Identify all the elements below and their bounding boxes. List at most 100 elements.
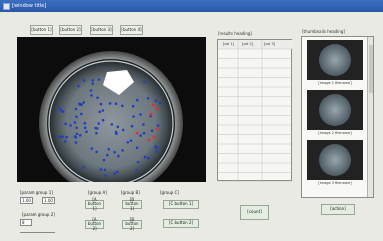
marked-colony-dot [155, 107, 159, 111]
col-header-1: [col 1] [223, 42, 235, 46]
colony-dot [117, 154, 120, 158]
param-field-a[interactable]: 1.00 [20, 197, 33, 204]
colony-dot [136, 98, 139, 102]
toolbar-button-2[interactable]: [button 2] [59, 25, 82, 35]
param-group-2-label: [param group 2] [22, 212, 55, 217]
colony-dot [126, 141, 130, 144]
app-icon [3, 2, 10, 10]
colony-dot [99, 102, 103, 106]
group-c-button-1[interactable]: [C button 1] [163, 200, 199, 209]
colony-dot [95, 150, 98, 154]
colony-dot [135, 168, 138, 172]
thumbnails-title: [thumbnails heading] [302, 29, 345, 34]
group-a-label: [group A] [88, 190, 107, 195]
colony-dot [106, 153, 109, 157]
colony-dot [116, 125, 120, 129]
right-action-button[interactable]: [action] [321, 204, 355, 215]
colony-dot [74, 141, 78, 144]
colony-dot [136, 160, 140, 164]
colony-dot [58, 135, 61, 138]
colony-dot [121, 104, 124, 108]
colony-dot [142, 131, 146, 135]
colony-dot [139, 113, 142, 116]
colony-dot [95, 131, 98, 135]
thumbnail-list[interactable]: [image 1 filename] [image 2 filename] [i… [301, 36, 374, 198]
marked-colony-dot [147, 138, 151, 142]
colony-dot [155, 150, 158, 153]
thumbnail-caption: [image 1 filename] [318, 81, 352, 85]
colony-dot [90, 147, 94, 150]
colony-dot [121, 149, 124, 152]
colony-dot [91, 79, 95, 82]
colony-dot [113, 172, 116, 175]
colony-dot [131, 104, 135, 108]
colony-dot [115, 170, 119, 174]
colony-dot [102, 158, 106, 162]
thumbnail-caption: [image 2 filename] [318, 131, 352, 135]
group-c-button-2[interactable]: [C button 2] [163, 219, 199, 228]
title-bar: [window title] [0, 0, 383, 12]
colony-dot [77, 84, 80, 88]
colony-dot [103, 168, 107, 172]
colony-dot [58, 106, 61, 110]
colony-dot [89, 89, 93, 92]
results-table[interactable]: [col 1] [col 2] [col 3] [217, 39, 293, 183]
group-a-button-2[interactable]: [A button 2] [85, 217, 104, 230]
colony-dot [108, 102, 112, 105]
colony-dot [146, 97, 150, 100]
colony-dot [78, 134, 82, 137]
col-header-3: [col 3] [264, 42, 276, 46]
colony-dot [63, 140, 67, 143]
colony-dot [150, 129, 154, 132]
colony-dot [99, 168, 103, 171]
colony-dot [91, 82, 94, 85]
colony-dot [61, 135, 64, 138]
thumbnail-item[interactable]: [image 1 filename] [307, 40, 363, 85]
colony-dot [101, 118, 105, 122]
colony-dot [129, 139, 133, 142]
marked-colony-dot [149, 112, 153, 116]
toolbar-button-4[interactable]: [button 4] [120, 25, 143, 35]
param-slider[interactable] [20, 232, 55, 233]
colony-dot [75, 126, 78, 130]
colony-dot [64, 122, 67, 125]
count-button[interactable]: [count] [240, 205, 269, 220]
colony-dot [107, 147, 110, 151]
thumbnail-item[interactable]: [image 3 filename] [307, 140, 363, 185]
colony-dot [135, 146, 139, 150]
marked-colony-dot [135, 131, 139, 135]
param-field-c[interactable]: 8 [20, 219, 32, 226]
colony-dot [156, 124, 160, 127]
colony-dot [154, 145, 158, 148]
thumbnail-caption: [image 3 filename] [318, 181, 352, 185]
colony-dot [90, 94, 93, 97]
param-field-b[interactable]: 1.00 [42, 197, 55, 204]
group-b-label: [group B] [121, 190, 140, 195]
colony-dot [74, 107, 78, 111]
thumbnail-item[interactable]: [image 2 filename] [307, 90, 363, 135]
marked-colony-dot [152, 135, 156, 139]
colony-dot [154, 99, 158, 103]
colony-dot [82, 166, 85, 169]
colony-dot [74, 136, 78, 139]
image-viewer[interactable] [17, 37, 206, 182]
group-b-button-1[interactable]: [B button 1] [122, 197, 142, 210]
colony-dot [143, 80, 146, 83]
marked-colony-dot [151, 103, 155, 107]
thumbnail-scrollbar[interactable] [367, 37, 373, 197]
colony-dot [143, 155, 147, 159]
results-title: [results heading] [218, 31, 252, 36]
window-title: [window title] [12, 3, 47, 9]
toolbar-button-1[interactable]: [button 1] [30, 25, 53, 35]
colony-dot [83, 126, 87, 130]
colony-dot [59, 108, 63, 112]
group-a-button-1[interactable]: [A button 1] [85, 197, 104, 210]
colony-dot [69, 124, 72, 127]
colony-dot [113, 150, 116, 154]
colony-dot [101, 109, 105, 112]
scrollbar-thumb[interactable] [369, 45, 373, 93]
group-b-button-2[interactable]: [B button 2] [122, 217, 142, 230]
toolbar-button-3[interactable]: [button 3] [90, 25, 113, 35]
colony-dot [80, 112, 83, 116]
colony-dot [159, 101, 162, 105]
